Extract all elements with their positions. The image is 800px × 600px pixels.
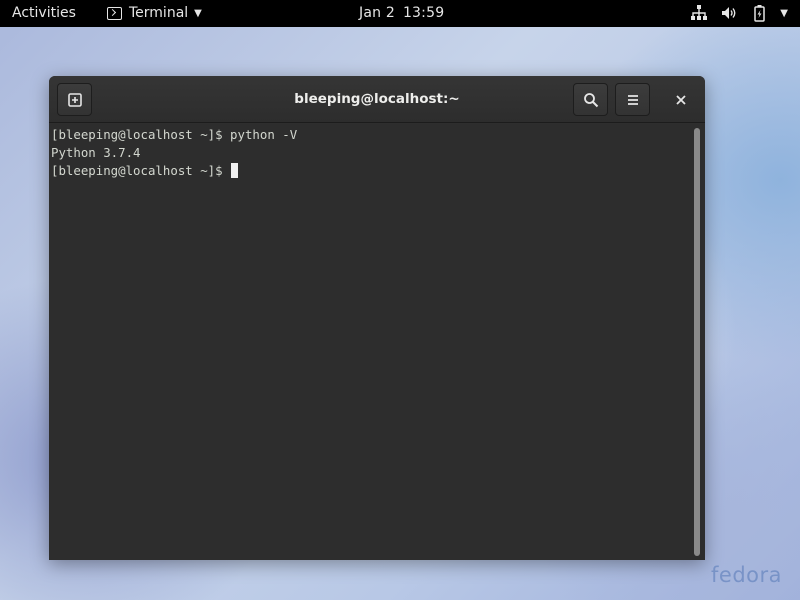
terminal-icon <box>107 6 122 20</box>
terminal-prompt: [bleeping@localhost ~]$ <box>51 163 231 178</box>
terminal-line: [bleeping@localhost ~]$ python -V <box>51 127 298 142</box>
app-menu[interactable]: Terminal ▼ <box>107 5 202 21</box>
search-button[interactable] <box>573 83 608 116</box>
terminal-output[interactable]: [bleeping@localhost ~]$ python -V Python… <box>49 124 705 560</box>
close-button[interactable] <box>664 83 697 116</box>
battery-icon <box>754 5 766 22</box>
window-headerbar[interactable]: bleeping@localhost:~ <box>49 76 705 123</box>
clock[interactable]: Jan 2 13:59 <box>359 5 444 21</box>
top-bar: Activities Terminal ▼ Jan 2 13:59 ▼ <box>0 0 800 27</box>
terminal-line: Python 3.7.4 <box>51 145 141 160</box>
terminal-scrollbar[interactable] <box>694 128 700 556</box>
activities-button[interactable]: Activities <box>12 5 76 21</box>
terminal-prompt-line: [bleeping@localhost ~]$ <box>51 162 705 180</box>
network-icon <box>691 5 708 20</box>
volume-icon <box>722 7 736 19</box>
hamburger-menu-icon <box>627 94 638 105</box>
fedora-logo: fedora <box>711 563 782 587</box>
terminal-window: bleeping@localhost:~ [bleeping@localhost… <box>49 76 705 560</box>
clock-time: 13:59 <box>402 5 445 21</box>
system-tray[interactable]: ▼ <box>690 4 788 22</box>
search-icon <box>583 92 598 107</box>
chevron-down-icon: ▼ <box>194 7 202 19</box>
app-menu-label: Terminal <box>129 5 189 21</box>
system-menu-caret-icon: ▼ <box>780 7 788 19</box>
close-icon <box>675 94 686 105</box>
menu-button[interactable] <box>615 83 650 116</box>
terminal-cursor <box>231 163 239 178</box>
clock-date: Jan 2 <box>359 5 395 21</box>
